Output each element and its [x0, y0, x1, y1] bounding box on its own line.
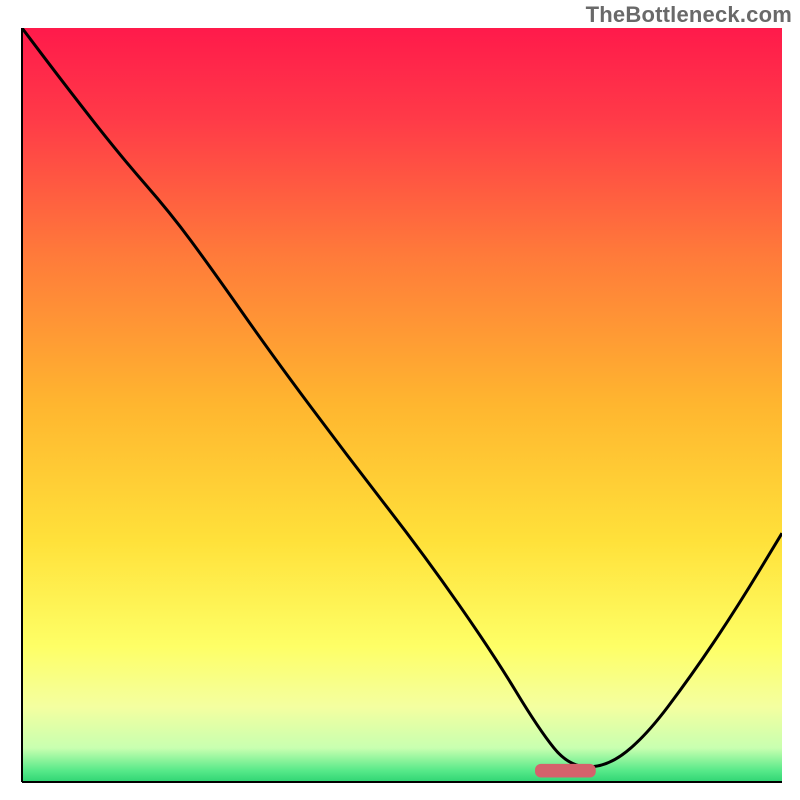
gradient-background — [22, 28, 782, 782]
optimal-marker — [535, 764, 596, 778]
watermark-text: TheBottleneck.com — [586, 2, 792, 28]
bottleneck-chart — [0, 0, 800, 800]
